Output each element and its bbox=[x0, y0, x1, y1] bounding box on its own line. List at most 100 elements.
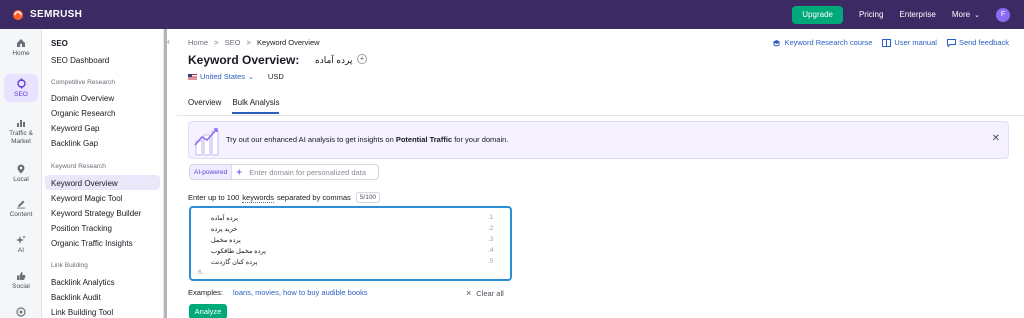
sidebar-item-organic-traffic-insights[interactable]: Organic Traffic Insights bbox=[51, 239, 133, 248]
keywords-textarea[interactable]: پرده آماده .1 خرید پرده .2 پرده مخمل .3 … bbox=[189, 206, 512, 281]
book-icon bbox=[882, 38, 892, 47]
sidebar-item-seo-dashboard[interactable]: SEO Dashboard bbox=[51, 56, 109, 65]
user-manual-label: User manual bbox=[894, 38, 937, 47]
sidebar-item-backlink-gap[interactable]: Backlink Gap bbox=[51, 139, 98, 148]
add-keyword-icon[interactable]: + bbox=[357, 54, 367, 64]
database-row: United States ⌄ USD bbox=[188, 72, 284, 81]
rail-seo[interactable]: SEO bbox=[0, 74, 42, 102]
brand-name: SEMRUSH bbox=[30, 9, 83, 20]
rail-ai-label: AI bbox=[17, 247, 25, 254]
sidebar-section-competitive: Competitive Research bbox=[51, 79, 115, 86]
keyword-line: پرده مخمل طاقکوب .4 bbox=[191, 247, 511, 258]
keyword-line: خرید پرده .2 bbox=[191, 225, 511, 236]
thumbs-up-icon bbox=[17, 272, 26, 280]
sidebar-item-position-tracking[interactable]: Position Tracking bbox=[51, 224, 112, 233]
avatar[interactable]: F bbox=[996, 7, 1010, 22]
keyword-line: پرده مخمل .3 bbox=[191, 236, 511, 247]
rail-content[interactable]: Content bbox=[0, 199, 42, 219]
examples-link[interactable]: loans, movies, how to buy audible books bbox=[233, 288, 368, 297]
ai-powered-badge: AI-powered bbox=[190, 165, 233, 179]
rail-home[interactable]: Home bbox=[0, 38, 42, 58]
more-label: More bbox=[951, 10, 971, 19]
sidebar-scrollbar[interactable] bbox=[164, 29, 167, 318]
breadcrumb-home[interactable]: Home bbox=[188, 38, 208, 47]
target-icon bbox=[16, 307, 26, 317]
bar-chart-icon bbox=[17, 120, 25, 127]
top-bar: SEMRUSH Upgrade Pricing Enterprise More … bbox=[0, 0, 1024, 29]
sidebar-item-link-building-tool[interactable]: Link Building Tool bbox=[51, 308, 113, 317]
course-link-label: Keyword Research course bbox=[784, 38, 873, 47]
keywords-input-label: Enter up to 100 keywords separated by co… bbox=[188, 192, 381, 203]
pen-icon bbox=[17, 200, 25, 209]
keyword-counter-badge: 5/100 bbox=[355, 192, 381, 203]
rail-seo-label: SEO bbox=[14, 91, 28, 98]
keywords-tooltip-link[interactable]: keywords bbox=[242, 193, 274, 203]
keyword-line: پرده آماده .1 bbox=[191, 214, 511, 225]
rail-ai[interactable]: AI bbox=[0, 235, 42, 255]
ai-domain-field[interactable]: AI-powered Enter domain for personalized… bbox=[189, 164, 379, 180]
tabs-divider bbox=[177, 115, 1024, 116]
keyword-line-number: .2 bbox=[488, 225, 494, 232]
keyword-text: پرده کتان گاردنت bbox=[211, 259, 258, 266]
currency-label: USD bbox=[267, 72, 284, 81]
keyword-line-number: .3 bbox=[488, 236, 494, 243]
analyze-button[interactable]: Analyze bbox=[189, 304, 227, 318]
keyword-line-number: .1 bbox=[488, 214, 494, 221]
more-menu[interactable]: More ⌄ bbox=[952, 10, 980, 19]
pricing-link[interactable]: Pricing bbox=[859, 10, 883, 19]
ai-promo-banner: Try out our enhanced AI analysis to get … bbox=[188, 121, 1009, 159]
domain-input-placeholder: Enter domain for personalized data bbox=[249, 167, 366, 177]
keyword-text: پرده مخمل طاقکوب bbox=[211, 248, 266, 255]
clear-all-label: Clear all bbox=[476, 288, 504, 298]
keyword-line-number: 6. bbox=[198, 269, 204, 276]
rail-local-label: Local bbox=[13, 176, 29, 183]
rail-social-label: Social bbox=[12, 283, 30, 290]
keyword-line: پرده کتان گاردنت .5 bbox=[191, 258, 511, 269]
examples-row: Examples: loans, movies, how to buy audi… bbox=[188, 288, 368, 297]
brand-logo[interactable]: SEMRUSH bbox=[12, 9, 82, 21]
sidebar-item-domain-overview[interactable]: Domain Overview bbox=[51, 94, 114, 103]
breadcrumb-seo[interactable]: SEO bbox=[225, 38, 241, 47]
tab-overview[interactable]: Overview bbox=[188, 98, 221, 114]
collapse-sidebar-icon[interactable]: ‹ bbox=[167, 37, 175, 49]
domain-input[interactable]: Enter domain for personalized data bbox=[236, 168, 366, 177]
sidebar-item-keyword-gap[interactable]: Keyword Gap bbox=[51, 124, 99, 133]
examples-label: Examples: bbox=[188, 288, 224, 297]
location-pin-icon bbox=[17, 164, 25, 174]
keyword-text: خرید پرده bbox=[211, 226, 238, 233]
rail-social[interactable]: Social bbox=[0, 271, 42, 291]
enterprise-link[interactable]: Enterprise bbox=[899, 10, 935, 19]
sidebar-item-keyword-strategy-builder[interactable]: Keyword Strategy Builder bbox=[51, 209, 141, 218]
clear-all-button[interactable]: × Clear all bbox=[466, 288, 504, 298]
breadcrumb: Home > SEO > Keyword Overview bbox=[188, 38, 324, 47]
sidebar-item-keyword-overview[interactable]: Keyword Overview bbox=[51, 179, 118, 188]
keyword-line-number: .4 bbox=[488, 247, 494, 254]
rail-traffic[interactable]: Traffic & Market bbox=[0, 118, 42, 146]
graduation-cap-icon bbox=[772, 39, 781, 46]
rail-local[interactable]: Local bbox=[0, 164, 42, 184]
tab-bulk-analysis[interactable]: Bulk Analysis bbox=[232, 98, 280, 114]
growth-chart-illustration-icon bbox=[194, 128, 219, 156]
banner-text-bold: Potential Traffic bbox=[395, 135, 453, 144]
sidebar-item-backlink-analytics[interactable]: Backlink Analytics bbox=[51, 278, 115, 287]
rail-content-label: Content bbox=[9, 211, 33, 218]
sidebar-title: SEO bbox=[51, 39, 68, 48]
close-icon[interactable]: ✕ bbox=[992, 133, 1000, 144]
chevron-down-icon: ⌄ bbox=[974, 11, 980, 19]
country-select[interactable]: United States ⌄ bbox=[200, 72, 254, 81]
sidebar-item-organic-research[interactable]: Organic Research bbox=[51, 109, 115, 118]
breadcrumb-current: Keyword Overview bbox=[257, 38, 320, 47]
sparkle-icon bbox=[236, 168, 243, 176]
sparkle-icon bbox=[16, 235, 26, 244]
upgrade-button[interactable]: Upgrade bbox=[792, 5, 843, 24]
sidebar-item-keyword-magic-tool[interactable]: Keyword Magic Tool bbox=[51, 194, 122, 203]
course-link[interactable]: Keyword Research course bbox=[772, 38, 872, 47]
banner-text: Try out our enhanced AI analysis to get … bbox=[226, 135, 508, 144]
rail-more[interactable] bbox=[0, 307, 42, 318]
main-content: Home > SEO > Keyword Overview Keyword Re… bbox=[177, 29, 1024, 318]
banner-text-start: Try out our enhanced AI analysis to get … bbox=[226, 135, 394, 144]
sidebar-item-backlink-audit[interactable]: Backlink Audit bbox=[51, 293, 101, 302]
user-manual-link[interactable]: User manual bbox=[882, 38, 937, 47]
page-keyword: پرده آماده bbox=[315, 55, 353, 65]
send-feedback-link[interactable]: Send feedback bbox=[946, 38, 1009, 47]
